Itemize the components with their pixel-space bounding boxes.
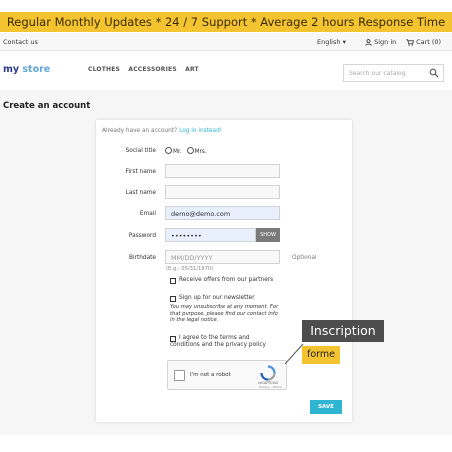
- callout-pointer: [284, 343, 304, 365]
- callout-forme: forme: [302, 346, 340, 364]
- callout-inscription: Inscription: [302, 320, 384, 342]
